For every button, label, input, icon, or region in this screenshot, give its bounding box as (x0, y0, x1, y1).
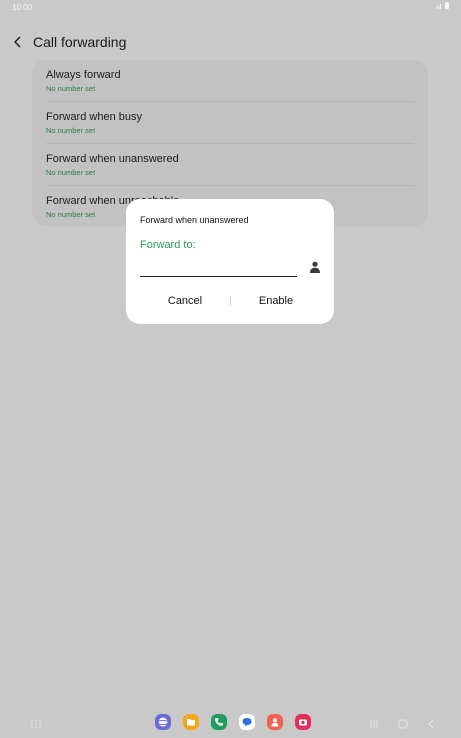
dialog-title: Forward when unanswered (140, 215, 249, 225)
list-item-forward-when-unanswered[interactable]: Forward when unanswered No number set (32, 144, 428, 186)
apps-button[interactable] (30, 717, 42, 729)
list-item-title: Always forward (46, 69, 121, 81)
chat-bubble-icon (242, 718, 252, 727)
forward-when-unanswered-dialog: Forward when unanswered Forward to: Canc… (126, 199, 334, 324)
phone-app-icon[interactable] (211, 714, 227, 730)
list-item-title: Forward when busy (46, 111, 142, 123)
navigation-bar (0, 708, 461, 738)
battery-icon (445, 2, 449, 9)
home-button[interactable] (397, 717, 409, 729)
chevron-left-icon (14, 36, 21, 48)
contact-picker-button[interactable] (308, 260, 322, 274)
list-item-forward-when-busy[interactable]: Forward when busy No number set (32, 102, 428, 144)
app-grid-icon (31, 720, 41, 728)
cancel-button[interactable]: Cancel (140, 291, 230, 311)
files-app-icon[interactable] (183, 714, 199, 730)
forward-to-label: Forward to: (140, 239, 196, 251)
status-time: 10:00 (12, 3, 33, 12)
app-dock (155, 714, 311, 730)
internet-app-icon[interactable] (155, 714, 171, 730)
home-icon (398, 719, 408, 729)
messages-app-icon[interactable] (239, 714, 255, 730)
recents-button[interactable] (368, 717, 380, 729)
back-arrow-icon (428, 719, 434, 729)
list-item-subtitle: No number set (46, 126, 96, 135)
enable-button[interactable]: Enable (231, 291, 321, 311)
page-title: Call forwarding (33, 34, 127, 50)
list-item-always-forward[interactable]: Always forward No number set (32, 60, 428, 102)
phone-icon (215, 718, 223, 726)
nav-back-button[interactable] (425, 717, 437, 729)
camera-app-icon[interactable] (295, 714, 311, 730)
forward-number-input[interactable] (140, 259, 297, 277)
list-item-title: Forward when unanswered (46, 153, 179, 165)
list-item-subtitle: No number set (46, 210, 96, 219)
contacts-app-icon[interactable] (267, 714, 283, 730)
recents-icon (370, 720, 378, 728)
contact-icon (310, 261, 320, 273)
person-icon (271, 718, 279, 727)
folder-icon (187, 719, 195, 726)
header: Call forwarding (0, 28, 461, 56)
internet-glyph-icon (157, 717, 169, 727)
camera-icon (299, 719, 307, 726)
signal-icon (436, 3, 441, 9)
list-item-subtitle: No number set (46, 168, 96, 177)
list-item-subtitle: No number set (46, 84, 96, 93)
status-icons (436, 2, 449, 9)
status-bar: 10:00 (0, 0, 461, 14)
back-button[interactable] (8, 32, 28, 52)
